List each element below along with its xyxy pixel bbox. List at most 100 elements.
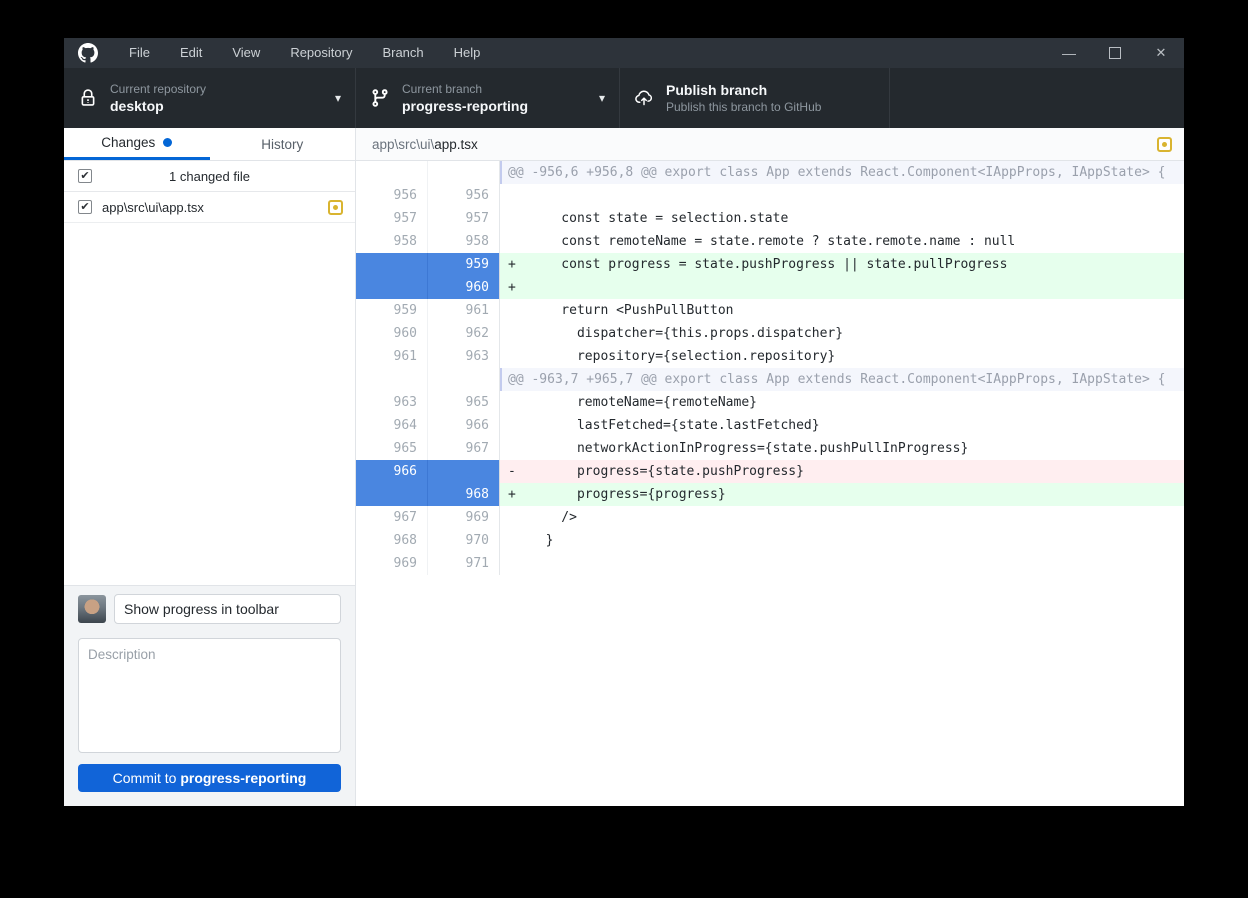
repository-dropdown[interactable]: Current repository desktop ▾ — [64, 68, 356, 128]
diff-line: 968970 } — [356, 529, 1184, 552]
titlebar: FileEditViewRepositoryBranchHelp — ✕ — [64, 38, 1184, 68]
new-line-number — [428, 460, 500, 483]
diff-line-marker — [508, 230, 530, 253]
app-window: FileEditViewRepositoryBranchHelp — ✕ Cur… — [64, 38, 1184, 806]
old-line-number — [356, 161, 428, 184]
diff-file-header: app\src\ui\app.tsx — [356, 128, 1184, 161]
diff-code-line: lastFetched={state.lastFetched} — [500, 414, 1184, 437]
new-line-number: 968 — [428, 483, 500, 506]
old-line-number: 968 — [356, 529, 428, 552]
diff-line: 965967 networkActionInProgress={state.pu… — [356, 437, 1184, 460]
old-line-number — [356, 253, 428, 276]
old-line-number: 960 — [356, 322, 428, 345]
check-icon: ✔ — [80, 170, 89, 182]
new-line-number: 957 — [428, 207, 500, 230]
close-button[interactable]: ✕ — [1138, 38, 1184, 68]
diff-line[interactable]: 966- progress={state.pushProgress} — [356, 460, 1184, 483]
menu-bar: FileEditViewRepositoryBranchHelp — [114, 38, 495, 68]
menu-item-branch[interactable]: Branch — [367, 38, 438, 68]
file-list-empty-area — [64, 223, 355, 585]
check-icon: ✔ — [80, 201, 89, 213]
tab-history-label: History — [261, 137, 303, 152]
maximize-button[interactable] — [1092, 38, 1138, 68]
diff-line-marker — [508, 391, 530, 414]
diff-line-marker: - — [508, 460, 530, 483]
minimize-icon: — — [1062, 48, 1076, 58]
diff-line[interactable]: 968+ progress={progress} — [356, 483, 1184, 506]
diff-hunk-header: @@ -956,6 +956,8 @@ export class App ext… — [356, 161, 1184, 184]
old-line-number: 959 — [356, 299, 428, 322]
diff-body: @@ -956,6 +956,8 @@ export class App ext… — [356, 161, 1184, 806]
diff-line-marker — [508, 299, 530, 322]
diff-line-marker — [508, 552, 530, 575]
old-line-number: 964 — [356, 414, 428, 437]
diff-file-name: app.tsx — [434, 137, 478, 152]
changed-files-count: 1 changed file — [169, 169, 250, 184]
diff-file-path-dir: app\src\ui\ — [372, 137, 434, 152]
diff-code-line: } — [500, 529, 1184, 552]
diff-line: 960962 dispatcher={this.props.dispatcher… — [356, 322, 1184, 345]
new-line-number — [428, 161, 500, 184]
old-line-number — [356, 368, 428, 391]
include-all-checkbox[interactable]: ✔ — [78, 169, 92, 183]
diff-code-line — [500, 552, 1184, 575]
publish-branch-title: Publish branch — [666, 81, 875, 99]
commit-summary-input[interactable] — [114, 594, 341, 624]
new-line-number: 963 — [428, 345, 500, 368]
diff-code-line: dispatcher={this.props.dispatcher} — [500, 322, 1184, 345]
menu-item-repository[interactable]: Repository — [275, 38, 367, 68]
new-line-number: 969 — [428, 506, 500, 529]
diff-code-line: + progress={progress} — [500, 483, 1184, 506]
commit-description-textarea[interactable] — [78, 638, 341, 753]
menu-item-view[interactable]: View — [217, 38, 275, 68]
diff-line[interactable]: 960+ — [356, 276, 1184, 299]
diff-code-line: - progress={state.pushProgress} — [500, 460, 1184, 483]
diff-code-line: /> — [500, 506, 1184, 529]
new-line-number: 965 — [428, 391, 500, 414]
diff-line: 964966 lastFetched={state.lastFetched} — [356, 414, 1184, 437]
chevron-down-icon: ▾ — [599, 91, 605, 105]
main-content: Changes History ✔ 1 changed file ✔ app\s… — [64, 128, 1184, 806]
changed-files-header: ✔ 1 changed file — [64, 161, 355, 192]
diff-pane: app\src\ui\app.tsx @@ -956,6 +956,8 @@ e… — [356, 128, 1184, 806]
menu-item-edit[interactable]: Edit — [165, 38, 217, 68]
publish-branch-button[interactable]: Publish branch Publish this branch to Gi… — [620, 68, 890, 128]
avatar — [78, 595, 106, 623]
menu-item-file[interactable]: File — [114, 38, 165, 68]
modified-status-icon — [328, 200, 343, 215]
tab-changes-label: Changes — [101, 135, 155, 150]
menu-item-help[interactable]: Help — [439, 38, 496, 68]
current-branch-value: progress-reporting — [402, 97, 591, 115]
diff-line-marker — [508, 207, 530, 230]
diff-line-marker: + — [508, 276, 530, 299]
diff-line[interactable]: 959+ const progress = state.pushProgress… — [356, 253, 1184, 276]
diff-line-marker — [508, 345, 530, 368]
diff-code-line: remoteName={remoteName} — [500, 391, 1184, 414]
new-line-number: 971 — [428, 552, 500, 575]
git-branch-icon — [370, 88, 390, 108]
old-line-number: 958 — [356, 230, 428, 253]
diff-code-line: + const progress = state.pushProgress ||… — [500, 253, 1184, 276]
diff-line-marker — [508, 414, 530, 437]
old-line-number: 969 — [356, 552, 428, 575]
diff-line-marker — [508, 506, 530, 529]
desktop-background: FileEditViewRepositoryBranchHelp — ✕ Cur… — [0, 0, 1248, 898]
diff-line: 961963 repository={selection.repository} — [356, 345, 1184, 368]
minimize-button[interactable]: — — [1046, 38, 1092, 68]
new-line-number: 966 — [428, 414, 500, 437]
branch-dropdown[interactable]: Current branch progress-reporting ▾ — [356, 68, 620, 128]
tab-changes[interactable]: Changes — [64, 128, 210, 160]
diff-hunk-header: @@ -963,7 +965,7 @@ export class App ext… — [356, 368, 1184, 391]
old-line-number: 967 — [356, 506, 428, 529]
commit-button[interactable]: Commit to progress-reporting — [78, 764, 341, 792]
file-include-checkbox[interactable]: ✔ — [78, 200, 92, 214]
new-line-number: 962 — [428, 322, 500, 345]
diff-line-marker — [508, 322, 530, 345]
tab-history[interactable]: History — [210, 128, 356, 160]
old-line-number: 957 — [356, 207, 428, 230]
maximize-icon — [1109, 47, 1121, 59]
diff-line: 967969 /> — [356, 506, 1184, 529]
window-controls: — ✕ — [1046, 38, 1184, 68]
file-row[interactable]: ✔ app\src\ui\app.tsx — [64, 192, 355, 223]
cloud-upload-icon — [634, 88, 654, 108]
